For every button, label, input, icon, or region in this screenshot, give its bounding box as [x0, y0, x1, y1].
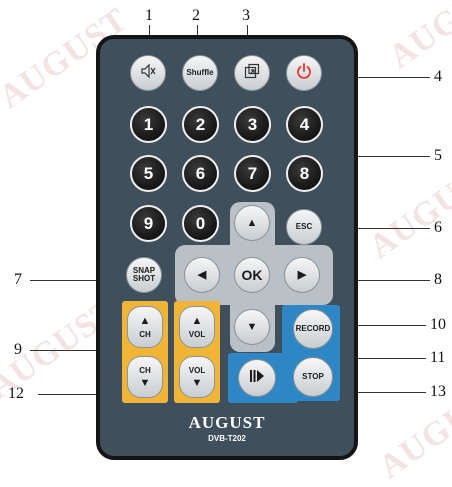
pip-button[interactable] [234, 55, 270, 91]
play-pause-icon [249, 369, 265, 388]
digit-9-button[interactable]: 9 [130, 205, 167, 242]
snapshot-label-line2: SHOT [132, 274, 156, 283]
digit-5-button[interactable]: 5 [130, 155, 167, 192]
callout-7: 7 [14, 271, 22, 288]
digit-2-button[interactable]: 2 [182, 106, 219, 143]
mute-button[interactable] [130, 55, 166, 91]
callout-2: 2 [192, 7, 200, 24]
volume-down-label: VOL [188, 365, 206, 375]
play-pause-button[interactable] [238, 359, 276, 397]
shuffle-label: Shuffle [186, 68, 214, 77]
channel-up-label: CH [139, 329, 151, 339]
callout-8: 8 [434, 271, 442, 288]
snapshot-button[interactable]: SNAP SHOT [126, 257, 162, 293]
digit-4-button[interactable]: 4 [286, 106, 323, 143]
callout-4: 4 [434, 68, 442, 85]
speaker-mute-icon [140, 63, 156, 84]
digit-6-button[interactable]: 6 [182, 155, 219, 192]
arrow-down-icon: ▼ [246, 320, 258, 333]
nav-up-button[interactable]: ▲ [234, 205, 270, 241]
digit-1-button[interactable]: 1 [130, 106, 167, 143]
callout-9: 9 [14, 341, 22, 358]
brand-logo: AUGUST [188, 413, 266, 432]
record-label: RECORD [295, 324, 331, 333]
channel-up-icon: ▲ [139, 314, 151, 327]
arrow-right-icon: ▶ [297, 268, 307, 281]
callout-3: 3 [242, 7, 250, 24]
digit-8-button[interactable]: 8 [286, 155, 323, 192]
esc-label: ESC [295, 222, 313, 231]
channel-down-button[interactable]: CH ▼ [127, 356, 163, 398]
esc-button[interactable]: ESC [286, 209, 322, 245]
ok-button[interactable]: OK [234, 257, 270, 293]
watermark-2: AUGUST [362, 151, 452, 267]
digit-7-button[interactable]: 7 [234, 155, 271, 192]
nav-down-button[interactable]: ▼ [234, 309, 270, 345]
picture-in-picture-icon [244, 63, 260, 84]
callout-11: 11 [430, 349, 446, 366]
channel-up-button[interactable]: ▲ CH [127, 306, 163, 348]
remote-control: Shuffle 1 2 3 4 5 6 7 8 9 0 ▲ ESC SNAP S… [96, 35, 358, 460]
digit-3-button[interactable]: 3 [234, 106, 271, 143]
stop-button[interactable]: STOP [293, 357, 333, 397]
nav-right-button[interactable]: ▶ [284, 257, 320, 293]
callout-13: 13 [430, 383, 446, 400]
model-label: DVB-T202 [208, 434, 246, 443]
volume-down-icon: ▼ [191, 376, 203, 389]
volume-up-label: VOL [188, 329, 206, 339]
callout-10: 10 [430, 316, 446, 333]
watermark-3: AUGUST [382, 0, 452, 77]
callout-5: 5 [434, 147, 442, 164]
nav-left-button[interactable]: ◀ [184, 257, 220, 293]
volume-up-button[interactable]: ▲ VOL [179, 306, 215, 348]
arrow-left-icon: ◀ [197, 268, 207, 281]
volume-up-icon: ▲ [191, 314, 203, 327]
stop-label: STOP [302, 372, 324, 381]
ok-label: OK [241, 267, 263, 283]
callout-6: 6 [434, 219, 442, 236]
record-button[interactable]: RECORD [293, 309, 333, 349]
power-button[interactable] [286, 55, 322, 91]
shuffle-button[interactable]: Shuffle [182, 55, 218, 91]
channel-down-icon: ▼ [139, 376, 151, 389]
digit-0-button[interactable]: 0 [182, 205, 219, 242]
power-icon [295, 62, 313, 85]
callout-12: 12 [8, 385, 24, 402]
volume-down-button[interactable]: VOL ▼ [179, 356, 215, 398]
callout-1: 1 [145, 7, 153, 24]
arrow-up-icon: ▲ [246, 216, 258, 229]
channel-down-label: CH [139, 365, 151, 375]
